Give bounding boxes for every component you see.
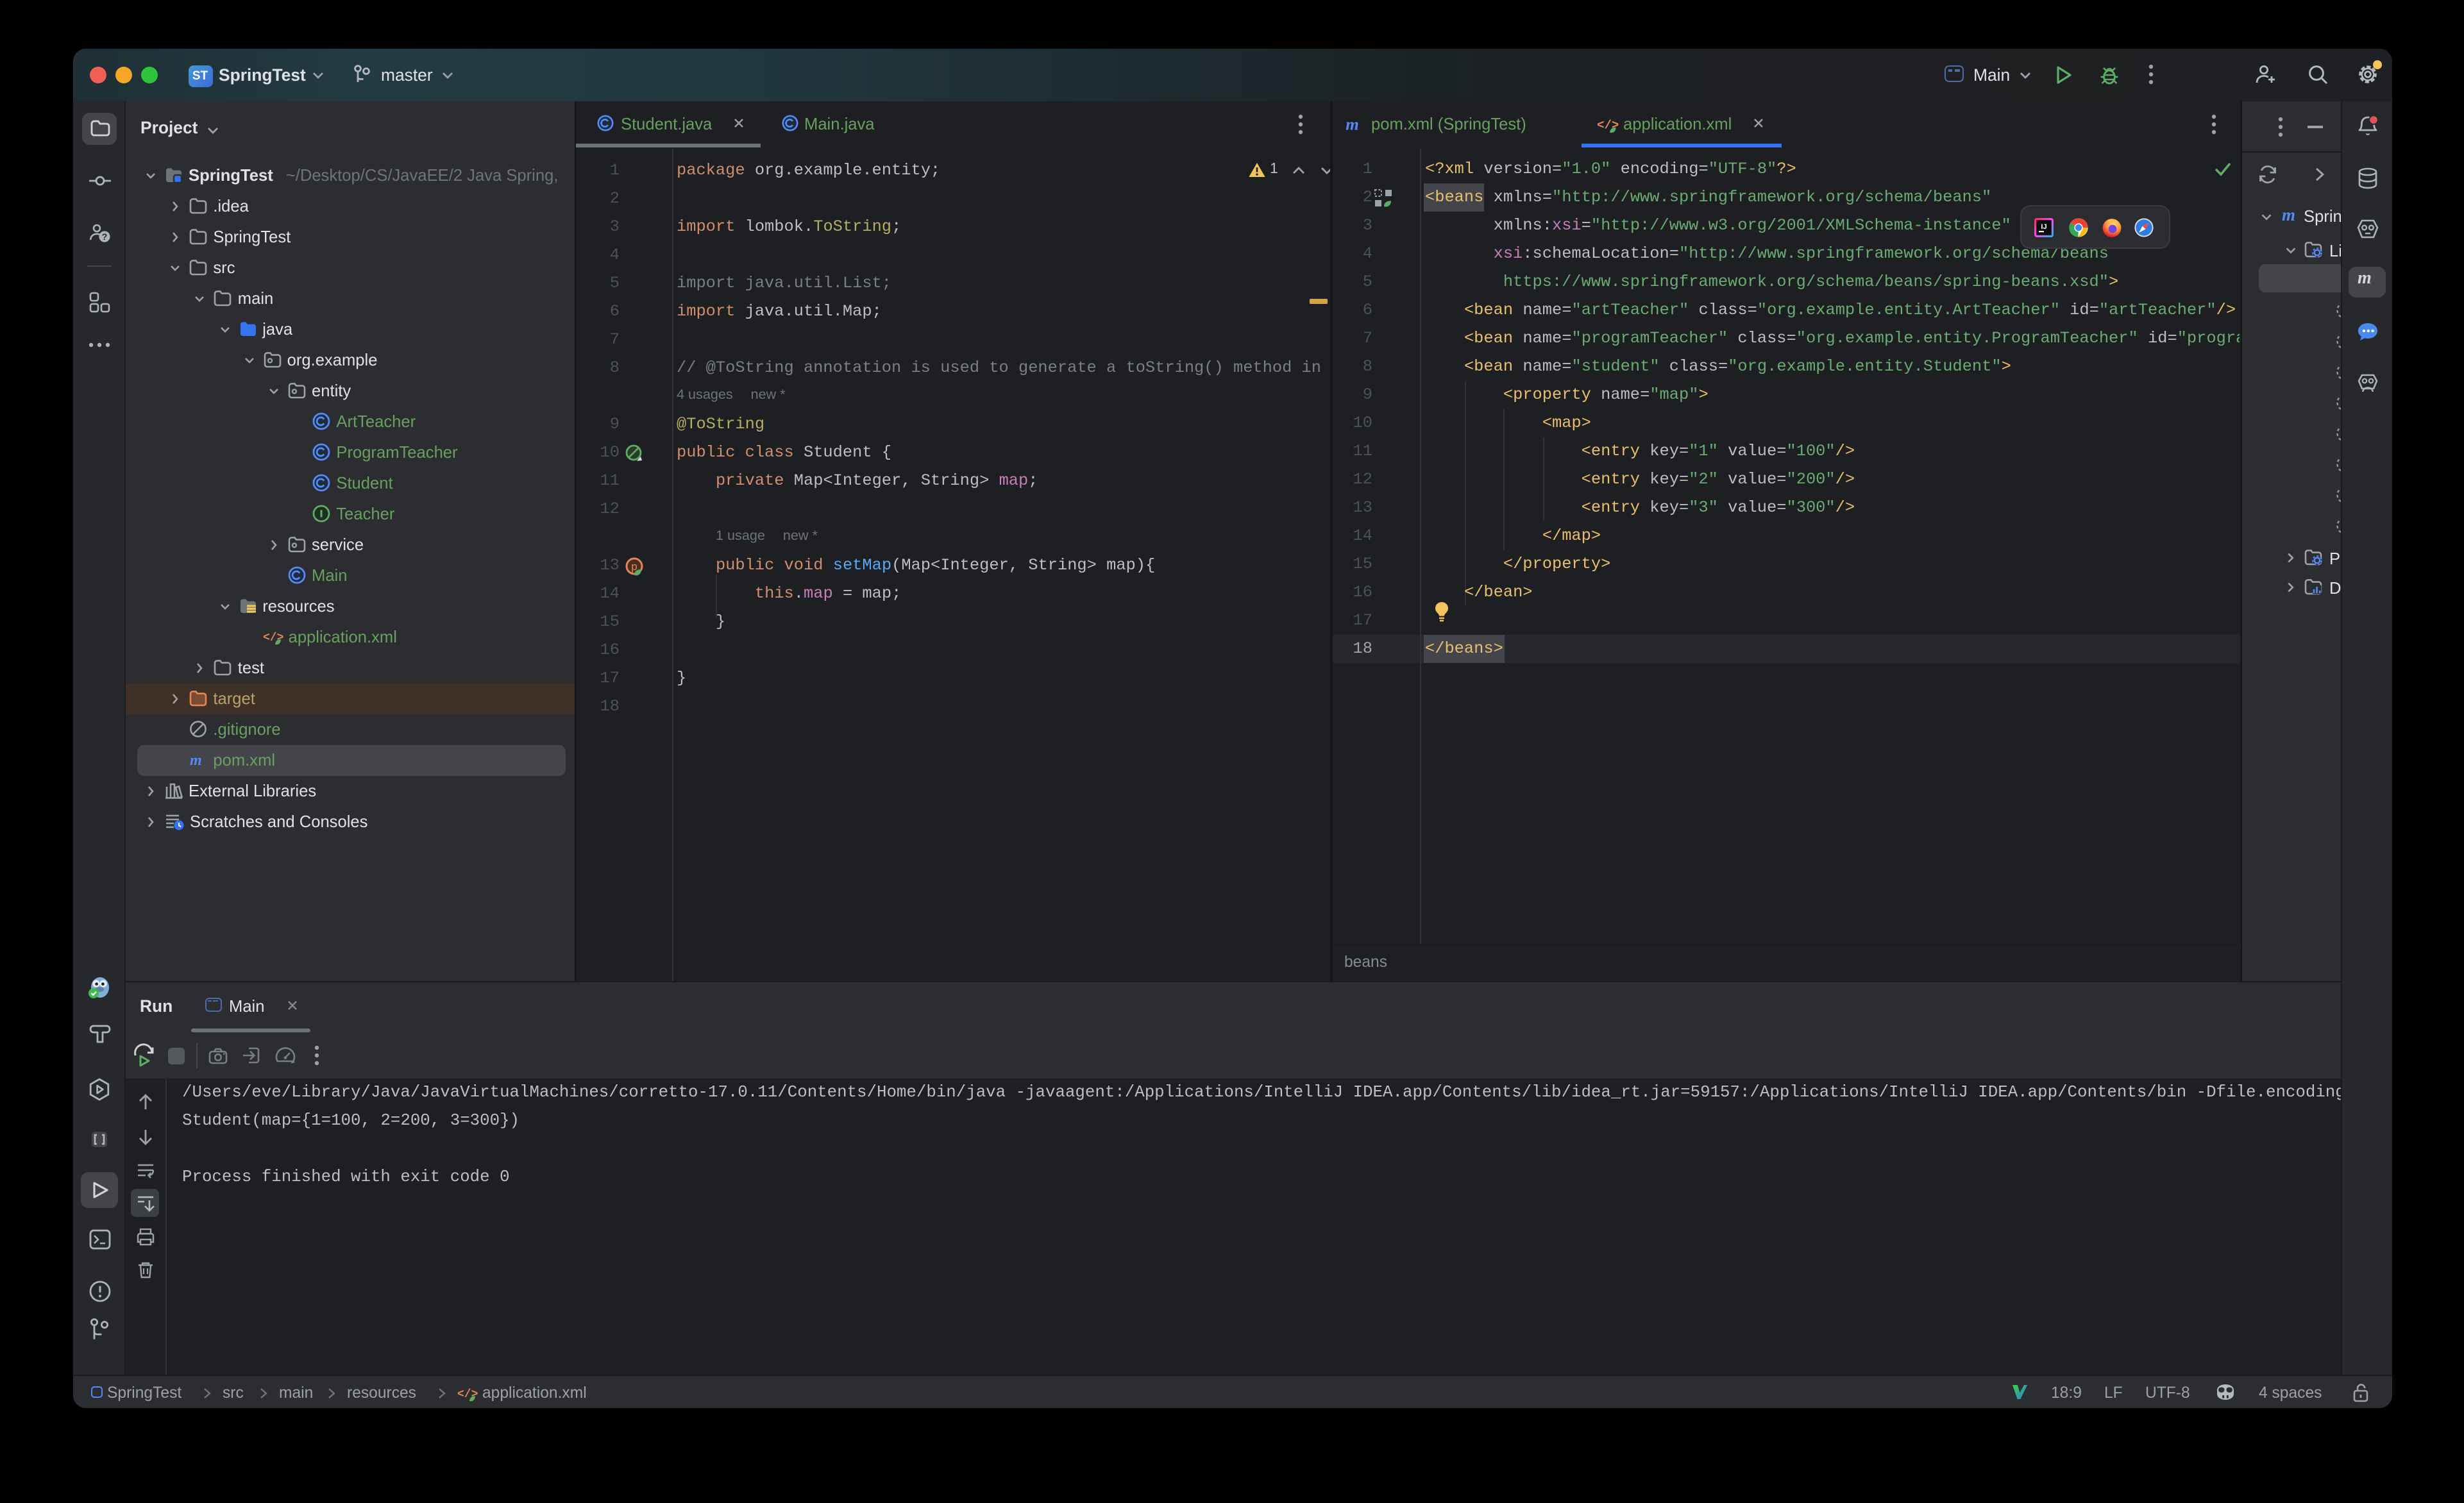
svg-text:m: m <box>190 752 202 769</box>
svg-text:IJ: IJ <box>2041 223 2046 230</box>
svg-text:?: ? <box>101 231 107 241</box>
svg-text:</>: </> <box>263 632 283 644</box>
svg-text:</>: </> <box>457 1388 477 1401</box>
svg-text:</>: </> <box>1597 117 1619 131</box>
svg-text:m: m <box>1346 114 1359 133</box>
